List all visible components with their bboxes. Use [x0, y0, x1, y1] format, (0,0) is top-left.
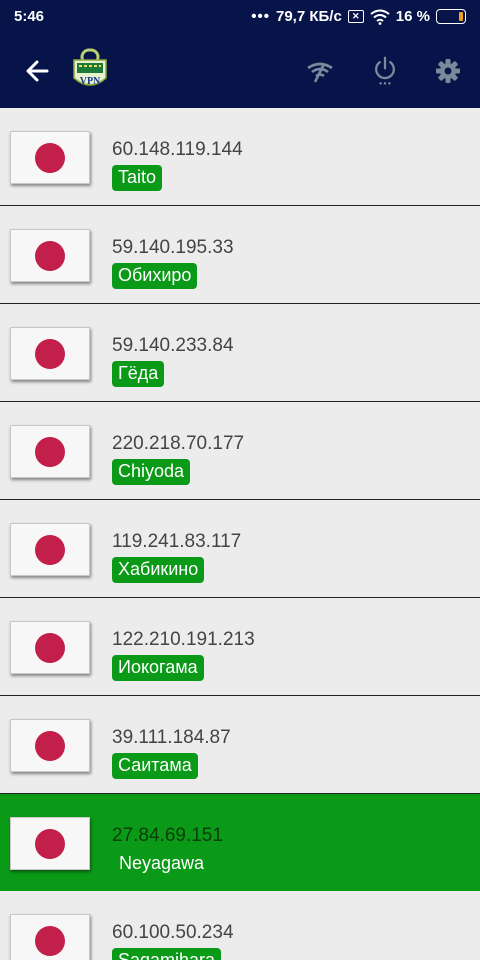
status-indicators: ••• 79,7 КБ/с ✕ 16 %	[251, 8, 466, 25]
server-city-badge: Neyagawa	[113, 851, 211, 877]
battery-percent: 16 %	[395, 8, 430, 25]
power-icon[interactable]	[370, 56, 400, 86]
server-city-badge: Chiyoda	[112, 459, 191, 485]
server-ip: 60.148.119.144	[112, 139, 243, 160]
server-ip: 59.140.233.84	[112, 335, 234, 356]
server-ip: 39.111.184.87	[112, 727, 231, 748]
server-row[interactable]: 220.218.70.177 Chiyoda	[0, 402, 480, 500]
japan-flag-icon	[10, 719, 90, 772]
japan-flag-icon	[10, 621, 90, 674]
server-row[interactable]: 60.148.119.144 Taito	[0, 108, 480, 206]
server-ip: 60.100.50.234	[112, 922, 234, 943]
server-city-badge: Обихиро	[112, 263, 198, 289]
server-city-badge: Гёда	[112, 361, 165, 387]
settings-gear-icon[interactable]	[433, 56, 463, 86]
server-ip: 119.241.83.117	[112, 531, 242, 552]
server-row[interactable]: 119.241.83.117 Хабикино	[0, 500, 480, 598]
server-city-badge: Иокогама	[112, 655, 204, 681]
server-ip: 59.140.195.33	[112, 237, 234, 258]
japan-flag-icon	[10, 914, 90, 960]
japan-flag-icon	[10, 229, 90, 282]
notification-dots: •••	[251, 8, 270, 25]
vpn-logo-icon: VPN	[73, 48, 107, 87]
battery-icon	[436, 9, 466, 24]
server-row[interactable]: 39.111.184.87 Саитама	[0, 696, 480, 794]
status-time: 5:46	[14, 8, 45, 25]
japan-flag-icon	[10, 327, 90, 380]
server-ip: 27.84.69.151	[112, 825, 223, 846]
japan-flag-icon	[10, 523, 90, 576]
server-city-badge: Sagamihara	[112, 948, 222, 960]
server-list: 60.148.119.144 Taito 59.140.195.33 Обихи…	[0, 108, 480, 960]
status-bar: 5:46 ••• 79,7 КБ/с ✕ 16 %	[0, 0, 480, 34]
server-row[interactable]: 60.100.50.234 Sagamihara	[0, 891, 480, 960]
back-arrow-icon[interactable]	[22, 56, 52, 86]
wifi-icon	[370, 9, 390, 25]
server-row-selected[interactable]: 27.84.69.151 Neyagawa	[0, 794, 480, 891]
japan-flag-icon	[10, 425, 90, 478]
japan-flag-icon	[10, 817, 90, 870]
japan-flag-icon	[10, 131, 90, 184]
network-speed: 79,7 КБ/с	[275, 8, 342, 25]
server-city-badge: Taito	[112, 165, 163, 191]
app-toolbar: VPN	[0, 34, 480, 108]
server-row[interactable]: 59.140.233.84 Гёда	[0, 304, 480, 402]
signal-strength-icon[interactable]	[305, 56, 335, 86]
server-city-badge: Саитама	[112, 753, 198, 779]
server-row[interactable]: 122.210.191.213 Иокогама	[0, 598, 480, 696]
vpn-logo-text: VPN	[80, 76, 101, 87]
server-city-badge: Хабикино	[112, 557, 205, 583]
server-row[interactable]: 59.140.195.33 Обихиро	[0, 206, 480, 304]
no-sim-icon: ✕	[347, 10, 364, 23]
server-ip: 220.218.70.177	[112, 433, 245, 454]
server-ip: 122.210.191.213	[112, 629, 255, 650]
